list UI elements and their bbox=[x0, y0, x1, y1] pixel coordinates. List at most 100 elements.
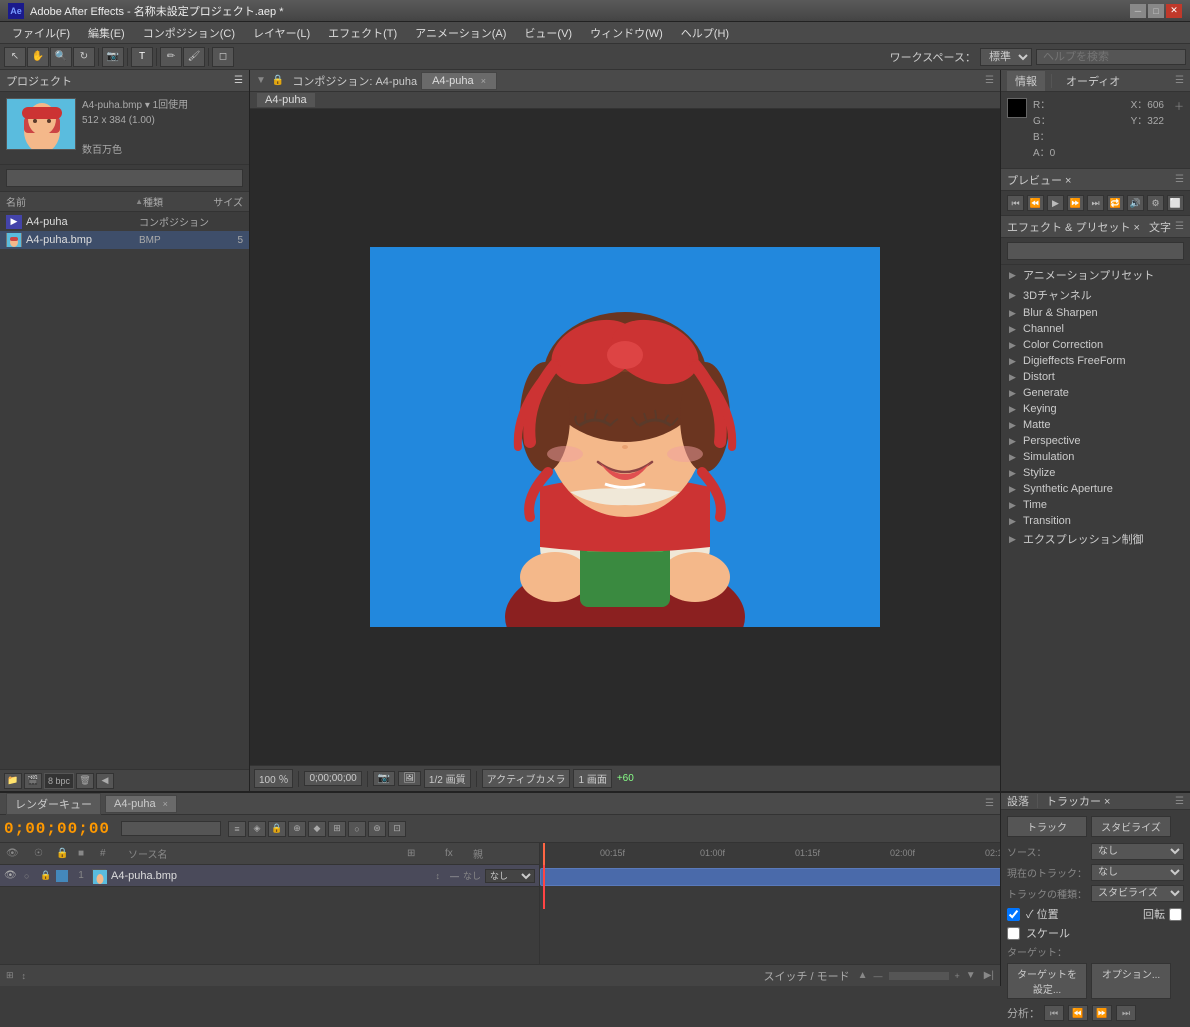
effects-search-input[interactable] bbox=[1007, 242, 1184, 260]
tool-rotate[interactable]: ↻ bbox=[73, 47, 95, 67]
tool-text[interactable]: T bbox=[131, 47, 153, 67]
preview-loop-btn[interactable]: 🔁 bbox=[1107, 195, 1124, 211]
render-queue-tab[interactable]: レンダーキュー bbox=[6, 793, 101, 815]
effects-tab-text[interactable]: 文字 bbox=[1149, 219, 1171, 235]
effect-simulation[interactable]: ▶ Simulation bbox=[1001, 449, 1190, 465]
rotation-checkbox[interactable] bbox=[1169, 908, 1182, 921]
tl-down-arrow[interactable]: ▼ bbox=[966, 970, 976, 981]
project-search-input[interactable] bbox=[6, 169, 243, 187]
menu-animation[interactable]: アニメーション(A) bbox=[407, 23, 514, 43]
view-select[interactable]: 1 画面 bbox=[573, 769, 611, 788]
effect-blur-sharpen[interactable]: ▶ Blur & Sharpen bbox=[1001, 305, 1190, 321]
current-track-select[interactable]: なし bbox=[1091, 864, 1184, 881]
tool-zoom[interactable]: 🔍 bbox=[50, 47, 72, 67]
comp-timeline-tab[interactable]: A4-puha × bbox=[105, 795, 177, 813]
close-button[interactable]: ✕ bbox=[1166, 4, 1182, 18]
preview-menu[interactable]: ☰ bbox=[1175, 174, 1184, 185]
tl-zoom-minus[interactable]: ― bbox=[874, 971, 883, 981]
delete-button[interactable]: 🗑 bbox=[76, 773, 94, 789]
snapshot-btn[interactable]: 📷 bbox=[373, 771, 395, 786]
analyze-back-btn[interactable]: ⏮ bbox=[1044, 1005, 1064, 1021]
menu-layer[interactable]: レイヤー(L) bbox=[245, 23, 318, 43]
tl-motion-btn[interactable]: ⊞ bbox=[328, 821, 346, 837]
menu-window[interactable]: ウィンドウ(W) bbox=[582, 23, 671, 43]
zoom-control[interactable]: 100 ％ bbox=[254, 769, 293, 788]
preview-last-btn[interactable]: ⏭ bbox=[1087, 195, 1104, 211]
project-panel-menu[interactable]: ☰ bbox=[234, 75, 243, 86]
effect-digieffects[interactable]: ▶ Digieffects FreeForm bbox=[1001, 353, 1190, 369]
comp-tab-close[interactable]: × bbox=[481, 76, 486, 86]
position-checkbox[interactable] bbox=[1007, 908, 1020, 921]
tool-brush[interactable]: 🖌 bbox=[183, 47, 205, 67]
effect-transition[interactable]: ▶ Transition bbox=[1001, 513, 1190, 529]
effect-stylize[interactable]: ▶ Stylize bbox=[1001, 465, 1190, 481]
preview-settings-btn[interactable]: ⚙ bbox=[1147, 195, 1164, 211]
tl-search-input[interactable] bbox=[121, 821, 221, 836]
tl-opacity-btn[interactable]: ○ bbox=[348, 821, 366, 837]
tl-lock-btn[interactable]: 🔒 bbox=[268, 821, 286, 837]
menu-effect[interactable]: エフェクト(T) bbox=[320, 23, 405, 43]
tl-zoom-plus[interactable]: + bbox=[955, 971, 960, 981]
tl-timecode[interactable]: 0;00;00;00 bbox=[4, 820, 110, 838]
preview-frame-btn[interactable]: ⬜ bbox=[1167, 195, 1184, 211]
tl-solo-btn[interactable]: ◈ bbox=[248, 821, 266, 837]
options-button[interactable]: オプション... bbox=[1091, 963, 1171, 999]
bit-depth-badge[interactable]: 8 bpc bbox=[44, 773, 74, 789]
tl-zoom-slider[interactable] bbox=[889, 972, 949, 980]
tl-snap-btn[interactable]: ⊕ bbox=[288, 821, 306, 837]
effect-perspective[interactable]: ▶ Perspective bbox=[1001, 433, 1190, 449]
project-item-comp[interactable]: ▶ A4-puha コンポジション bbox=[0, 212, 249, 231]
show-snap-btn[interactable]: 🖼 bbox=[398, 771, 421, 786]
new-comp-button[interactable]: 🎬 bbox=[24, 773, 42, 789]
set-target-button[interactable]: ターゲットを設定... bbox=[1007, 963, 1087, 999]
comp-content-tab[interactable]: A4-puha bbox=[256, 92, 316, 108]
effect-channel[interactable]: ▶ Channel bbox=[1001, 321, 1190, 337]
track-button[interactable]: トラック bbox=[1007, 816, 1087, 837]
effect-matte[interactable]: ▶ Matte bbox=[1001, 417, 1190, 433]
audio-tab[interactable]: オーディオ bbox=[1058, 71, 1128, 91]
layer-eye[interactable]: 👁 bbox=[4, 870, 22, 881]
tl-time-btn[interactable]: ⊛ bbox=[368, 821, 386, 837]
tl-end-arrow[interactable]: ▶| bbox=[984, 970, 994, 981]
layer-parent-select[interactable]: なし bbox=[485, 869, 535, 883]
timecode-display[interactable]: 0;00;00;00 bbox=[304, 771, 361, 786]
menu-help[interactable]: ヘルプ(H) bbox=[673, 23, 737, 43]
effect-synthetic-aperture[interactable]: ▶ Synthetic Aperture bbox=[1001, 481, 1190, 497]
tl-collapse-btn[interactable]: ≡ bbox=[228, 821, 246, 837]
layer-parent[interactable]: なし bbox=[463, 869, 481, 882]
tool-hand[interactable]: ✋ bbox=[27, 47, 49, 67]
help-search-input[interactable] bbox=[1036, 49, 1186, 65]
tool-select[interactable]: ↖ bbox=[4, 47, 26, 67]
tl-tab-close[interactable]: × bbox=[163, 799, 168, 809]
track-type-select[interactable]: スタビライズ bbox=[1091, 885, 1184, 902]
tool-camera[interactable]: 📷 bbox=[102, 47, 124, 67]
tool-pen[interactable]: ✏ bbox=[160, 47, 182, 67]
preview-play-btn[interactable]: ▶ bbox=[1047, 195, 1064, 211]
tl-markers-btn[interactable]: ◆ bbox=[308, 821, 326, 837]
effect-keying[interactable]: ▶ Keying bbox=[1001, 401, 1190, 417]
comp-panel-menu[interactable]: ☰ bbox=[985, 75, 994, 86]
maximize-button[interactable]: □ bbox=[1148, 4, 1164, 18]
effect-color-correction[interactable]: ▶ Color Correction bbox=[1001, 337, 1190, 353]
stabilize-button[interactable]: スタビライズ bbox=[1091, 816, 1171, 837]
tl-panel-menu[interactable]: ☰ bbox=[985, 798, 994, 809]
analyze-fwd-btn[interactable]: ⏩ bbox=[1092, 1005, 1112, 1021]
tracker-menu[interactable]: ☰ bbox=[1175, 796, 1184, 807]
effect-3d-channel[interactable]: ▶ 3Dチャンネル bbox=[1001, 285, 1190, 305]
scale-checkbox[interactable] bbox=[1007, 927, 1020, 940]
project-item-bmp[interactable]: A4-puha.bmp BMP 5 bbox=[0, 231, 249, 249]
layer-solo[interactable]: ○ bbox=[24, 871, 38, 881]
new-folder-button[interactable]: 📁 bbox=[4, 773, 22, 789]
analyze-prev-btn[interactable]: ⏪ bbox=[1068, 1005, 1088, 1021]
menu-file[interactable]: ファイル(F) bbox=[4, 23, 78, 43]
comp-tab[interactable]: A4-puha × bbox=[421, 72, 497, 90]
tracker-tab[interactable]: トラッカー × bbox=[1046, 793, 1110, 809]
preview-prev-btn[interactable]: ⏪ bbox=[1027, 195, 1044, 211]
tl-3d-btn[interactable]: ⊡ bbox=[388, 821, 406, 837]
composition-viewport[interactable] bbox=[250, 109, 1000, 765]
analyze-end-btn[interactable]: ⏭ bbox=[1116, 1005, 1136, 1021]
layer-track-bar[interactable] bbox=[540, 868, 1000, 886]
info-tab[interactable]: 情報 bbox=[1007, 71, 1045, 91]
quality-select[interactable]: 1/2 画質 bbox=[424, 769, 471, 788]
effect-animation-presets[interactable]: ▶ アニメーションプリセット bbox=[1001, 265, 1190, 285]
